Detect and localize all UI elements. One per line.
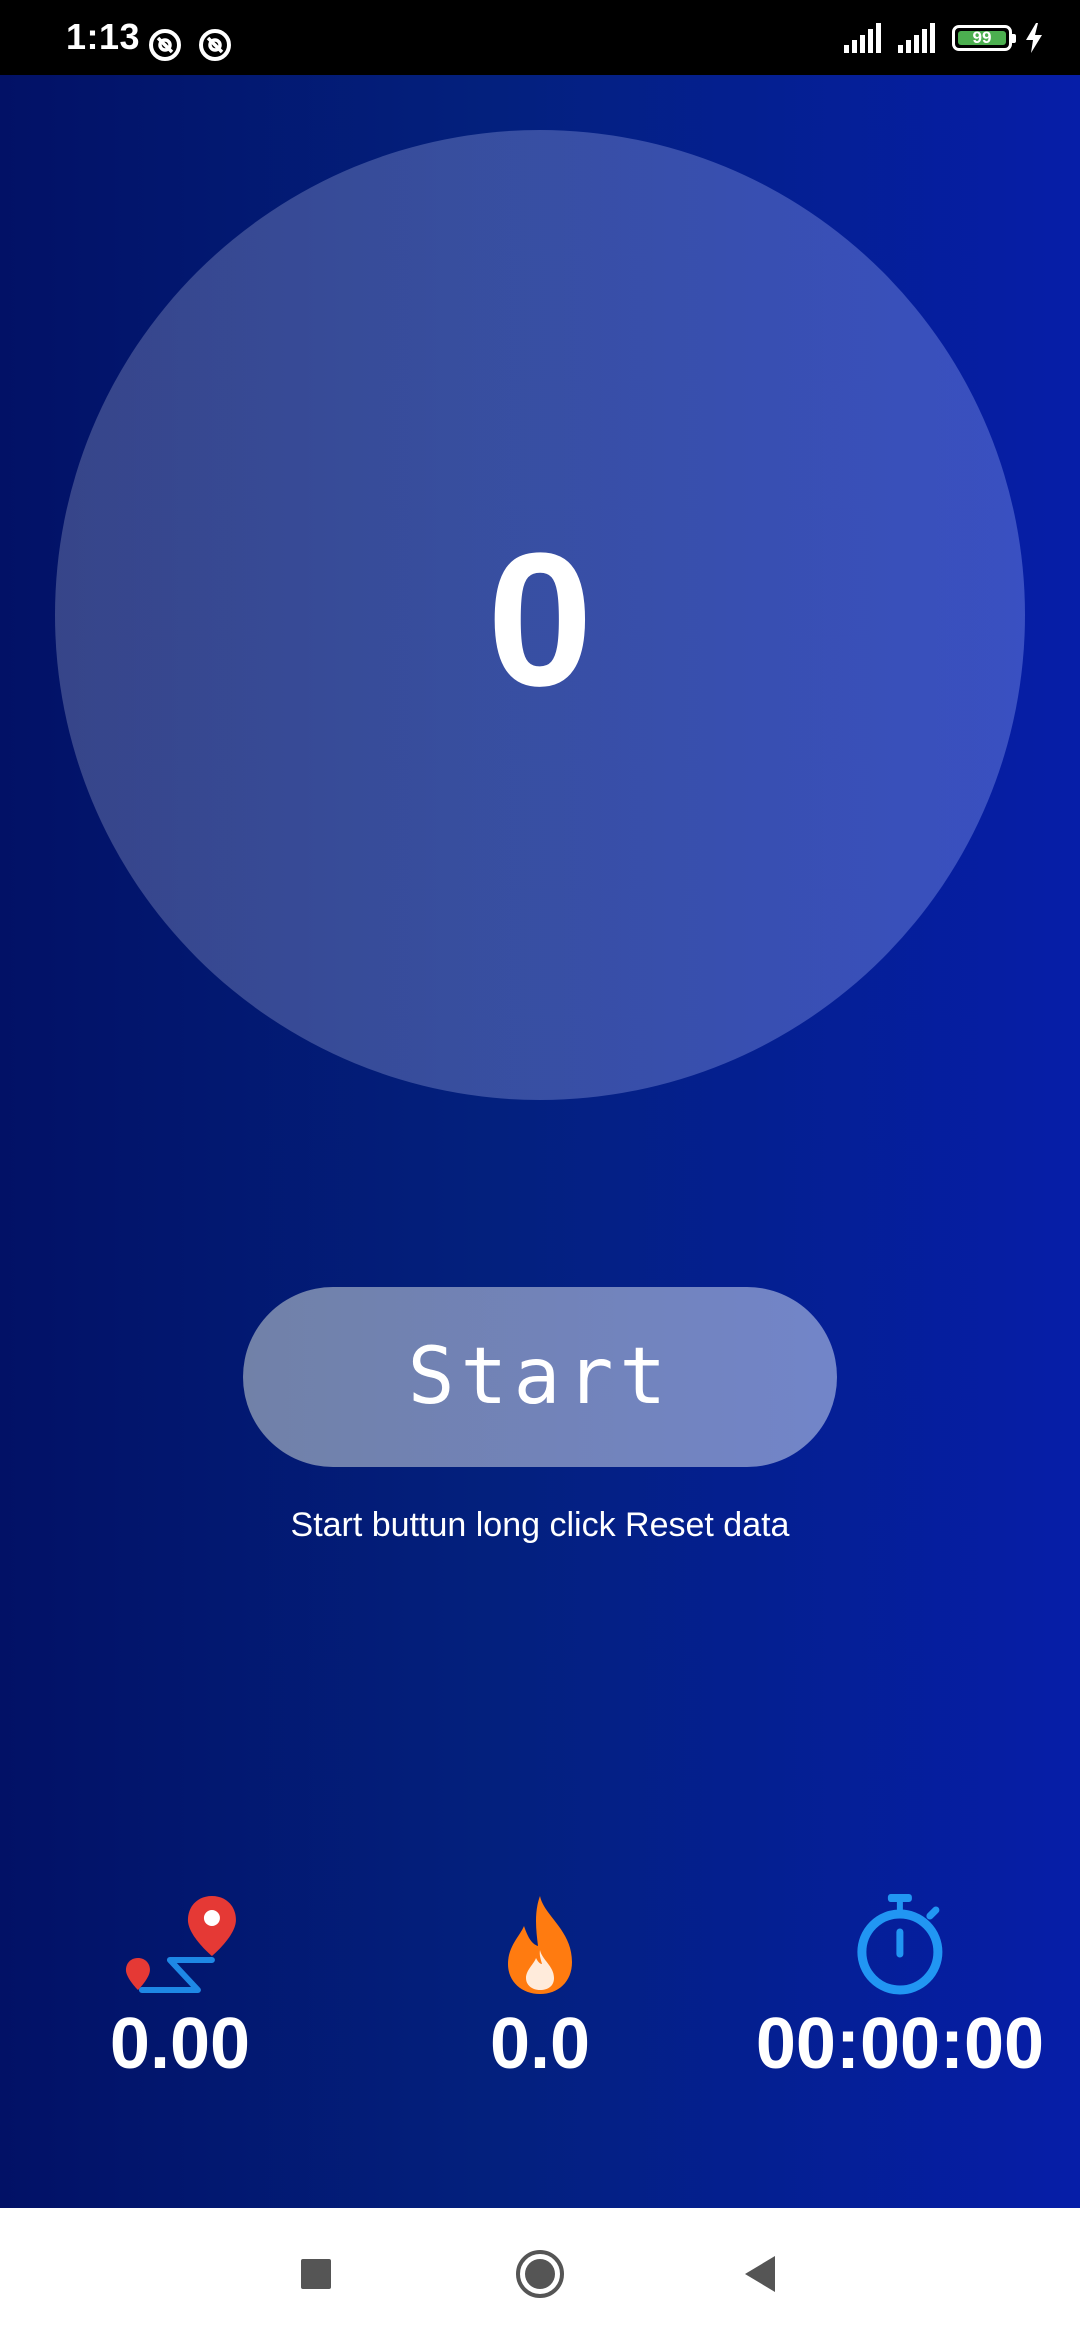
flame-icon	[480, 1890, 600, 2000]
signal-icon	[898, 23, 935, 53]
distance-value: 0.00	[109, 2004, 251, 2084]
back-button[interactable]	[730, 2244, 790, 2304]
signal-icon	[844, 23, 881, 53]
start-button[interactable]: Start	[243, 1287, 837, 1467]
status-time: 1:13	[66, 16, 141, 57]
battery-icon: 99	[952, 25, 1016, 51]
recent-apps-button[interactable]	[286, 2244, 346, 2304]
home-icon	[516, 2250, 564, 2298]
battery-level: 99	[972, 28, 992, 47]
route-pin-icon	[120, 1890, 240, 2000]
duration-value: 00:00:00	[755, 2004, 1045, 2084]
stopwatch-icon	[840, 1890, 960, 2000]
navigation-bar	[0, 2208, 1080, 2340]
home-button[interactable]	[510, 2244, 570, 2304]
calories-value: 0.0	[489, 2004, 591, 2084]
duration-stat: 00:00:00	[756, 1890, 1044, 2084]
status-bar: 1:13 99	[0, 0, 1080, 75]
system-status-icons: 99	[844, 18, 1044, 58]
at-sign-icon	[199, 29, 231, 61]
reset-hint: Start buttun long click Reset data	[290, 1506, 790, 1544]
back-icon	[745, 2256, 775, 2292]
calories-stat: 0.0	[480, 1890, 600, 2084]
notification-icons	[148, 28, 232, 62]
recent-apps-icon	[301, 2259, 331, 2289]
charging-bolt-icon	[1026, 23, 1042, 53]
at-sign-icon	[149, 29, 181, 61]
step-count: 0	[487, 514, 593, 726]
pedometer-screen: 0 Start Start buttun long click Reset da…	[0, 75, 1080, 2208]
distance-stat: 0.00	[110, 1890, 250, 2084]
step-counter-circle: 0	[55, 130, 1025, 1100]
